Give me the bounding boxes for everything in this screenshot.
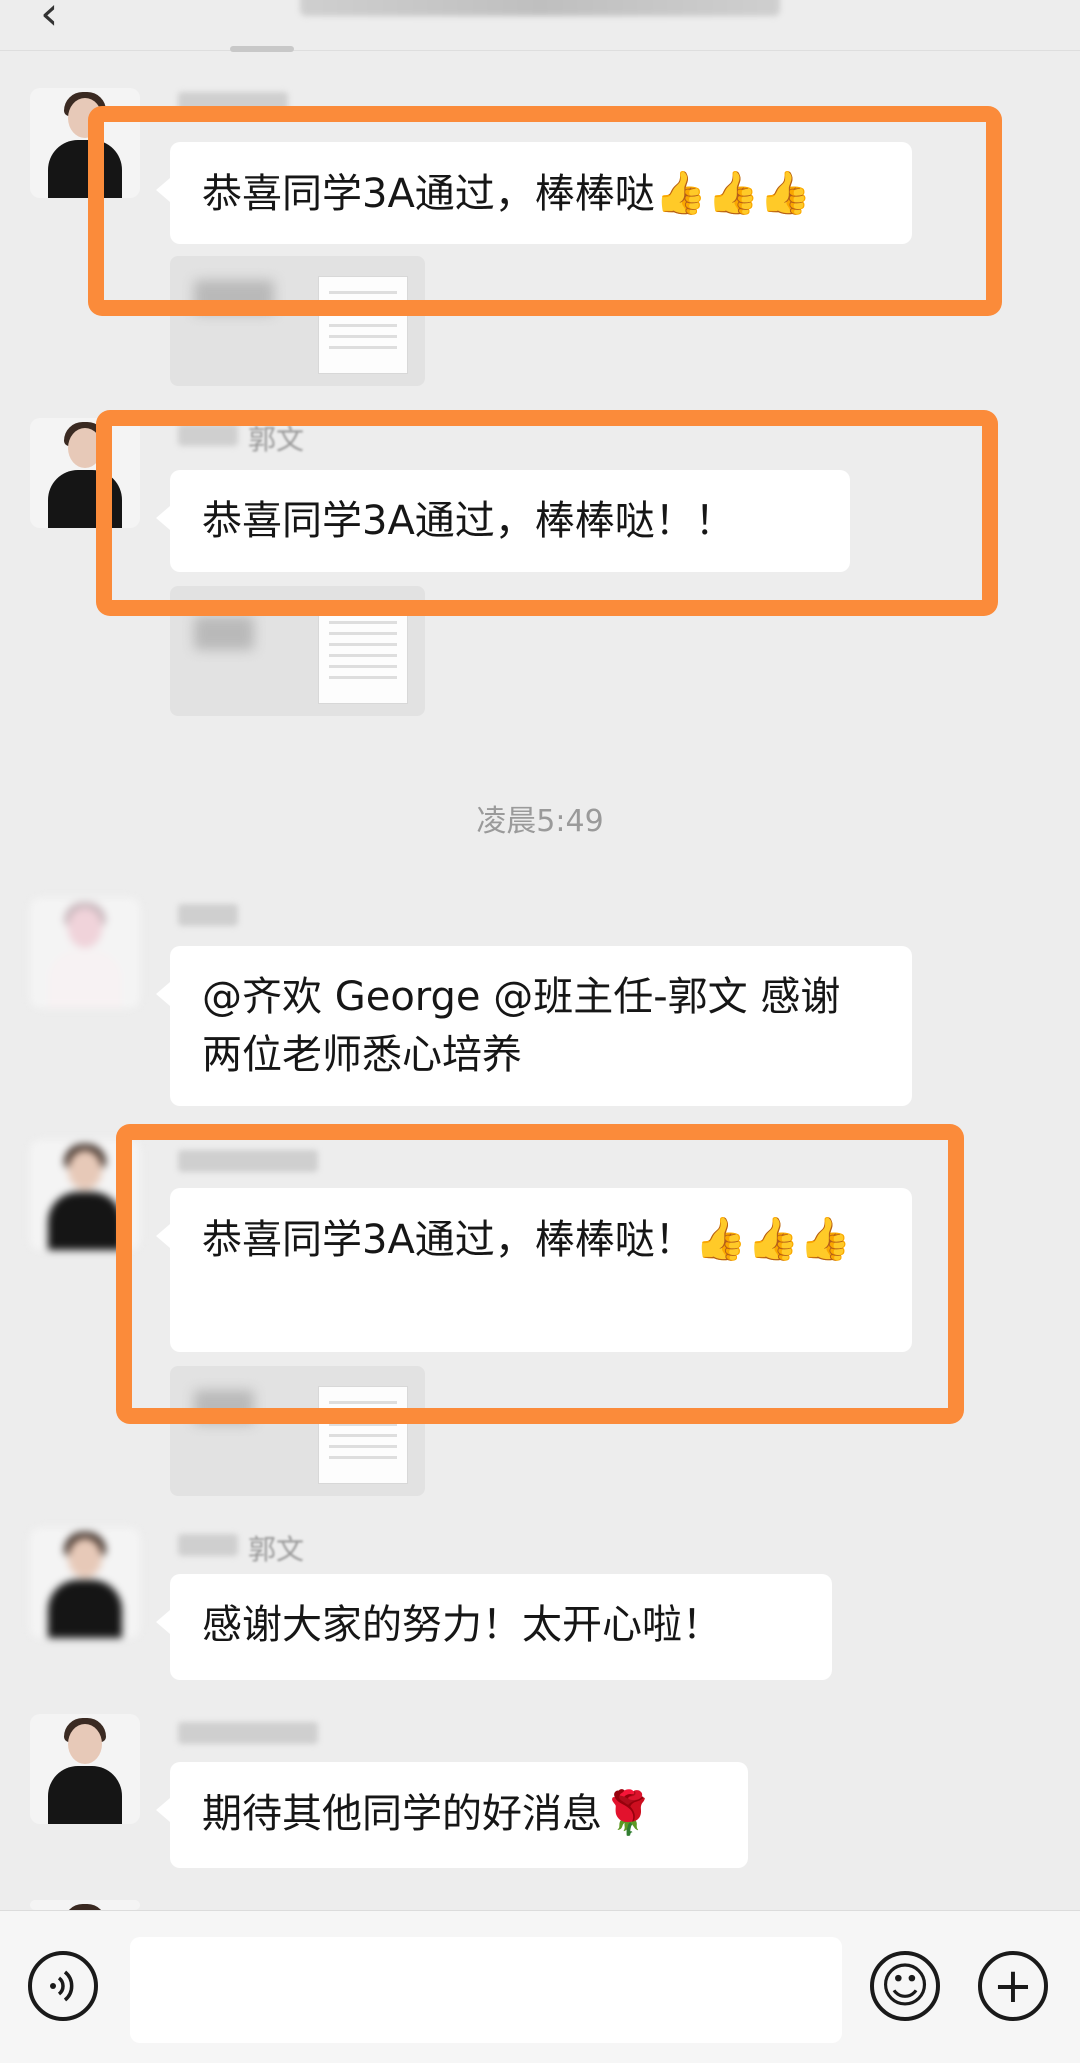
message-text: 恭喜同学3A通过，棒棒哒！！ bbox=[202, 498, 735, 544]
nickname-blurred bbox=[178, 92, 288, 114]
image-card[interactable] bbox=[170, 586, 425, 716]
message-bubble[interactable]: @齐欢 George @班主任-郭文 感谢两位老师悉心培养 bbox=[156, 946, 912, 1106]
plus-glyph: + bbox=[992, 1958, 1034, 2014]
rose-icon: 🌹 bbox=[602, 1788, 655, 1837]
message-input[interactable] bbox=[130, 1937, 842, 2043]
avatar[interactable] bbox=[30, 1528, 140, 1638]
message-bubble[interactable]: 恭喜同学3A通过，棒棒哒！👍👍👍 bbox=[156, 1188, 912, 1352]
document-icon bbox=[318, 1386, 408, 1484]
nickname-blurred bbox=[178, 1534, 238, 1556]
nickname-blurred bbox=[178, 1150, 318, 1172]
thumbs-up-icon: 👍👍👍 bbox=[654, 168, 812, 217]
message-text: 期待其他同学的好消息 bbox=[202, 1791, 602, 1837]
message-bubble[interactable]: 期待其他同学的好消息🌹 bbox=[156, 1762, 748, 1868]
chevron-left-icon[interactable]: ‹ bbox=[40, 0, 58, 40]
chat-title-blurred bbox=[300, 0, 780, 16]
message-text: 恭喜同学3A通过，棒棒哒！ bbox=[202, 1217, 695, 1263]
smiley-icon[interactable]: ☺ bbox=[870, 1951, 940, 2021]
document-icon bbox=[318, 606, 408, 704]
timestamp: 凌晨5:49 bbox=[476, 804, 604, 839]
plus-icon[interactable]: + bbox=[978, 1951, 1048, 2021]
avatar[interactable] bbox=[30, 418, 140, 528]
message-text: 感谢大家的努力！太开心啦！ bbox=[202, 1602, 722, 1648]
avatar[interactable] bbox=[30, 88, 140, 198]
nickname-partial: 郭文 bbox=[248, 1533, 305, 1566]
message-text: @齐欢 George @班主任-郭文 感谢两位老师悉心培养 bbox=[202, 974, 841, 1078]
nickname-partial: 郭文 bbox=[248, 423, 305, 456]
chat-header: ‹ bbox=[0, 0, 1080, 51]
voice-icon[interactable] bbox=[28, 1951, 98, 2021]
input-bar: ☺ + bbox=[0, 1910, 1080, 2063]
avatar[interactable] bbox=[30, 898, 140, 1008]
nickname-blurred bbox=[178, 904, 238, 926]
avatar[interactable] bbox=[30, 1900, 140, 1910]
image-card[interactable] bbox=[170, 256, 425, 386]
nickname-blurred bbox=[178, 1722, 318, 1744]
message-text: 恭喜同学3A通过，棒棒哒 bbox=[202, 171, 655, 217]
document-icon bbox=[318, 276, 408, 374]
message-bubble[interactable]: 恭喜同学3A通过，棒棒哒！！ bbox=[156, 470, 850, 572]
scroll-indicator bbox=[230, 46, 294, 52]
message-bubble[interactable]: 恭喜同学3A通过，棒棒哒👍👍👍 bbox=[156, 142, 912, 244]
avatar[interactable] bbox=[30, 1714, 140, 1824]
avatar[interactable] bbox=[30, 1140, 140, 1250]
smiley-glyph: ☺ bbox=[879, 1958, 931, 2014]
thumbs-up-icon: 👍👍👍 bbox=[694, 1214, 852, 1263]
nickname-blurred bbox=[178, 424, 238, 446]
message-bubble[interactable]: 感谢大家的努力！太开心啦！ bbox=[156, 1574, 832, 1680]
image-card[interactable] bbox=[170, 1366, 425, 1496]
